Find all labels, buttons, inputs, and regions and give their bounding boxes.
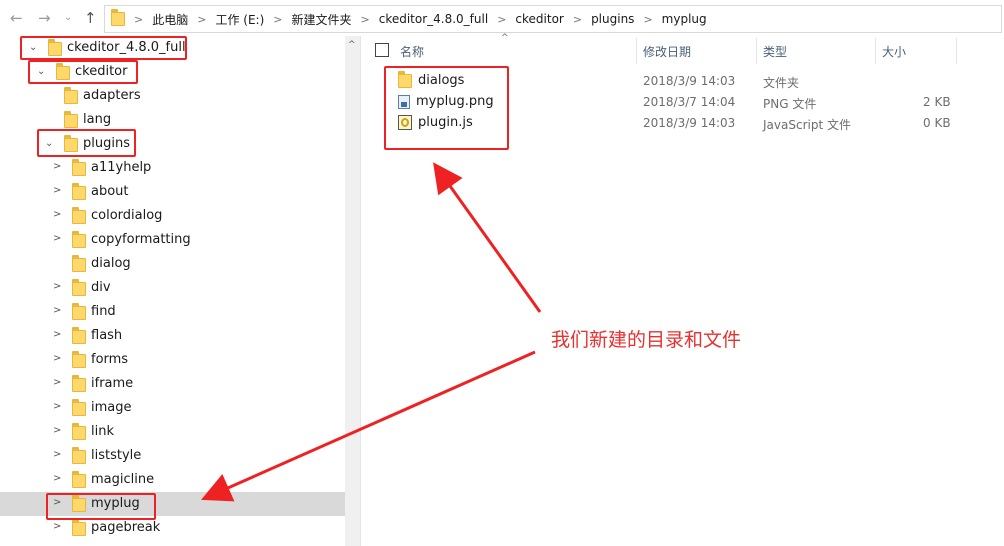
annotation-arrows: [201, 162, 542, 502]
annotation-text: 我们新建的目录和文件: [551, 329, 742, 351]
arrow-to-files: [433, 162, 542, 313]
arrow-to-myplug: [201, 350, 536, 502]
